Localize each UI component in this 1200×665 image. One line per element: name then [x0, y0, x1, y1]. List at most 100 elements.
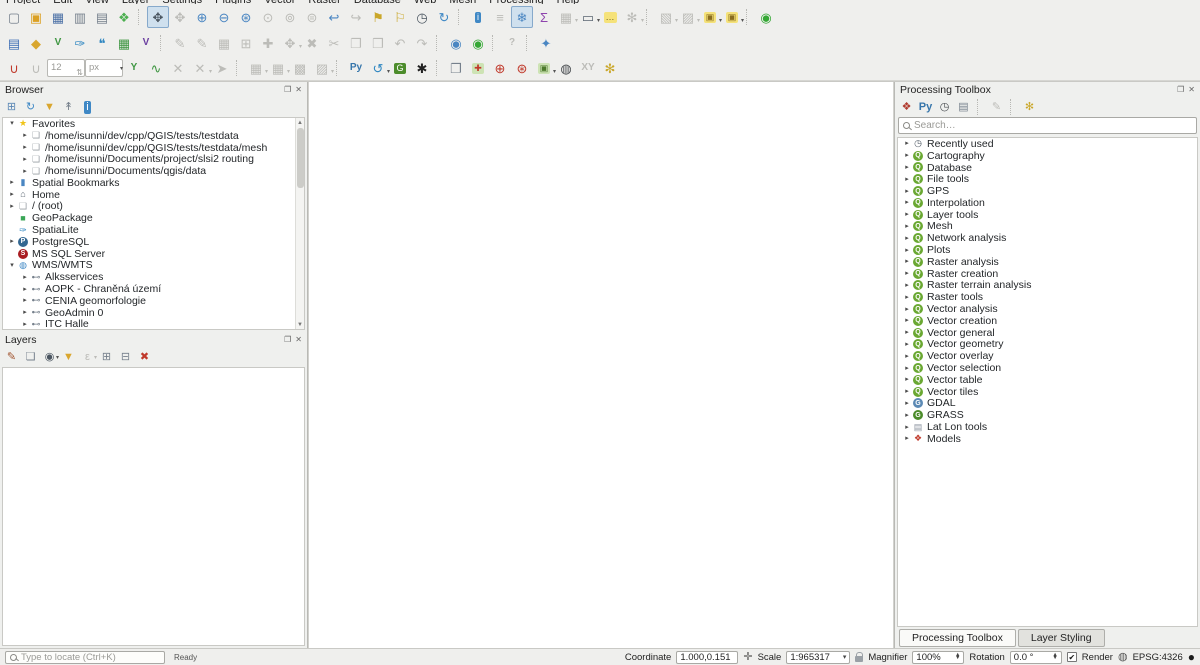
show-spatial-bookmarks-icon[interactable]: ⚐ — [389, 6, 411, 28]
statistics-icon[interactable]: Σ — [533, 6, 555, 28]
browser-item-testdata-mesh[interactable]: ▸ ❏ /home/isunni/dev/cpp/QGIS/tests/test… — [3, 142, 304, 154]
expander-icon[interactable]: ▸ — [902, 199, 912, 206]
layers-list-empty[interactable] — [2, 367, 305, 646]
zoom-next-icon[interactable]: ↪ — [345, 6, 367, 28]
manage-map-themes-icon[interactable]: ◉ — [41, 349, 58, 365]
zoom-to-selection-icon[interactable]: ⊙ — [257, 6, 279, 28]
copy-features-icon[interactable]: ❐ — [345, 32, 367, 54]
toolbox-file-tools[interactable]: ▸ Q File tools — [898, 173, 1197, 185]
web-globe-icon[interactable]: ◉ — [755, 6, 777, 28]
expander-icon[interactable]: ▸ — [20, 168, 30, 175]
toolbox-recently-used[interactable]: ▸ ◷ Recently used — [898, 138, 1197, 150]
delete-selected-icon[interactable]: ✖ — [301, 32, 323, 54]
expander-icon[interactable]: ▸ — [20, 297, 30, 304]
layout-manager-icon[interactable]: ▤ — [91, 6, 113, 28]
zoom-to-pin-icon[interactable]: ⊕ — [489, 57, 511, 79]
edit-in-place-icon[interactable]: ✎ — [988, 99, 1005, 115]
browser-item-testdata[interactable]: ▸ ❏ /home/isunni/dev/cpp/QGIS/tests/test… — [3, 130, 304, 142]
python-scripts-icon[interactable]: Py — [917, 99, 934, 115]
expander-icon[interactable]: ▸ — [902, 140, 912, 147]
move-vertex-icon[interactable]: ➤ — [211, 57, 233, 79]
spinner-arrows-icon[interactable]: ▲▼ — [1052, 654, 1057, 660]
measure-icon[interactable]: ▭ — [577, 6, 599, 28]
vertex-tool-icon[interactable]: ✕ — [167, 57, 189, 79]
browser-item-spatialite[interactable]: ✑ SpatiaLite — [3, 224, 304, 236]
history-icon[interactable]: ◷ — [936, 99, 953, 115]
expander-icon[interactable]: ▸ — [902, 435, 912, 442]
zoom-out-icon[interactable]: ⊖ — [213, 6, 235, 28]
copy-style-icon[interactable]: ❐ — [445, 57, 467, 79]
expander-icon[interactable]: ▸ — [902, 270, 912, 277]
save-project-icon[interactable]: ▦ — [47, 6, 69, 28]
refresh-map-icon[interactable]: ↻ — [433, 6, 455, 28]
zoom-native-icon[interactable]: ⊜ — [301, 6, 323, 28]
expander-icon[interactable]: ▸ — [20, 274, 30, 281]
toolbox-vector-general[interactable]: ▸ Q Vector general — [898, 327, 1197, 339]
avoid-intersections-icon[interactable]: ∿ — [145, 57, 167, 79]
expander-icon[interactable]: ▸ — [902, 152, 912, 159]
add-ams-layer-icon[interactable]: ◉ — [467, 32, 489, 54]
locator-input[interactable] — [21, 652, 160, 663]
zoom-full-icon[interactable]: ⊛ — [235, 6, 257, 28]
snapping-tolerance-spinbox[interactable]: 12 — [47, 59, 85, 77]
cut-features-icon[interactable]: ✂ — [323, 32, 345, 54]
snowflake-toggle-icon[interactable]: ❄ — [511, 6, 533, 28]
browser-item-geoadmin[interactable]: ▸ ⊷ GeoAdmin 0 — [3, 307, 304, 319]
browser-item-wms[interactable]: ▾ ◍ WMS/WMTS — [3, 260, 304, 272]
tracing-icon[interactable]: Y — [123, 57, 145, 79]
help-contents-icon[interactable]: ? — [501, 32, 523, 54]
expander-icon[interactable]: ▾ — [7, 120, 17, 127]
render-checkbox[interactable]: ✔ — [1067, 652, 1077, 662]
add-virtual-layer-icon[interactable]: V — [135, 32, 157, 54]
expander-icon[interactable]: ▸ — [7, 203, 17, 210]
toolbox-raster-terrain-analysis[interactable]: ▸ Q Raster terrain analysis — [898, 280, 1197, 292]
grass-tools-icon[interactable]: G — [389, 57, 411, 79]
expander-icon[interactable]: ▸ — [902, 341, 912, 348]
scroll-thumb[interactable] — [297, 128, 304, 188]
zoom-to-layer-icon[interactable]: ⊚ — [279, 6, 301, 28]
toolbox-vector-tiles[interactable]: ▸ Q Vector tiles — [898, 386, 1197, 398]
expander-icon[interactable]: ▸ — [7, 179, 17, 186]
toolbox-grass[interactable]: ▸ G GRASS — [898, 409, 1197, 421]
collapse-all-icon[interactable]: ↟ — [60, 99, 77, 115]
pan-to-selection-icon[interactable]: ✥ — [169, 6, 191, 28]
float-panel-icon[interactable]: ❐ — [284, 336, 291, 344]
filter-legend-icon[interactable]: ▼ — [60, 349, 77, 365]
select-features-by-value-icon[interactable]: ≡ — [489, 6, 511, 28]
extent-toggle-icon[interactable]: ✛ — [743, 652, 752, 663]
xy-tool-icon[interactable]: XY — [577, 57, 599, 79]
current-edits-icon[interactable]: ✎ — [169, 32, 191, 54]
filter-browser-icon[interactable]: ▼ — [41, 99, 58, 115]
expander-icon[interactable]: ▸ — [7, 191, 17, 198]
processing-refresh-icon[interactable]: ↺ — [367, 57, 389, 79]
toggle-editing-icon[interactable]: ✎ — [191, 32, 213, 54]
layer-labeling-icon[interactable]: ▣ — [699, 6, 721, 28]
messages-icon[interactable]: ● — [1188, 651, 1195, 663]
remove-layer-icon[interactable]: ✖ — [136, 349, 153, 365]
move-feature-icon[interactable]: ✥ — [279, 32, 301, 54]
toolbox-vector-table[interactable]: ▸ Q Vector table — [898, 374, 1197, 386]
advanced-digitize-icon-1[interactable]: ▦ — [245, 57, 267, 79]
identify-features-icon[interactable]: i — [467, 6, 489, 28]
snapping-units-combo[interactable]: px — [85, 59, 123, 77]
coordinate-field[interactable]: 1.000,0.151 — [676, 651, 738, 664]
expander-icon[interactable]: ▸ — [902, 294, 912, 301]
browser-item-cenia[interactable]: ▸ ⊷ CENIA geomorfologie — [3, 295, 304, 307]
open-data-source-manager-icon[interactable]: ▤ — [3, 32, 25, 54]
zoom-last-icon[interactable]: ↩ — [323, 6, 345, 28]
browser-item-spatial-bookmarks[interactable]: ▸ ▮ Spatial Bookmarks — [3, 177, 304, 189]
expander-icon[interactable]: ▸ — [902, 353, 912, 360]
browser-item-root[interactable]: ▸ ❏ / (root) — [3, 201, 304, 213]
browser-item-qgis-data[interactable]: ▸ ❏ /home/isunni/Documents/qgis/data — [3, 165, 304, 177]
lock-scale-icon[interactable] — [855, 656, 863, 662]
add-selected-layers-icon[interactable]: ⊞ — [3, 99, 20, 115]
expander-icon[interactable]: ▸ — [902, 176, 912, 183]
expander-icon[interactable]: ▸ — [20, 132, 30, 139]
zoom-in-icon[interactable]: ⊕ — [191, 6, 213, 28]
expander-icon[interactable]: ▸ — [20, 286, 30, 293]
open-layer-styling-icon[interactable]: ✎ — [3, 349, 20, 365]
expander-icon[interactable]: ▸ — [902, 306, 912, 313]
pin-location-icon[interactable]: ✚ — [467, 57, 489, 79]
add-delimited-text-layer-icon[interactable]: ❝ — [91, 32, 113, 54]
rotation-spinbox[interactable]: 0.0 ° ▲▼ — [1010, 651, 1062, 664]
